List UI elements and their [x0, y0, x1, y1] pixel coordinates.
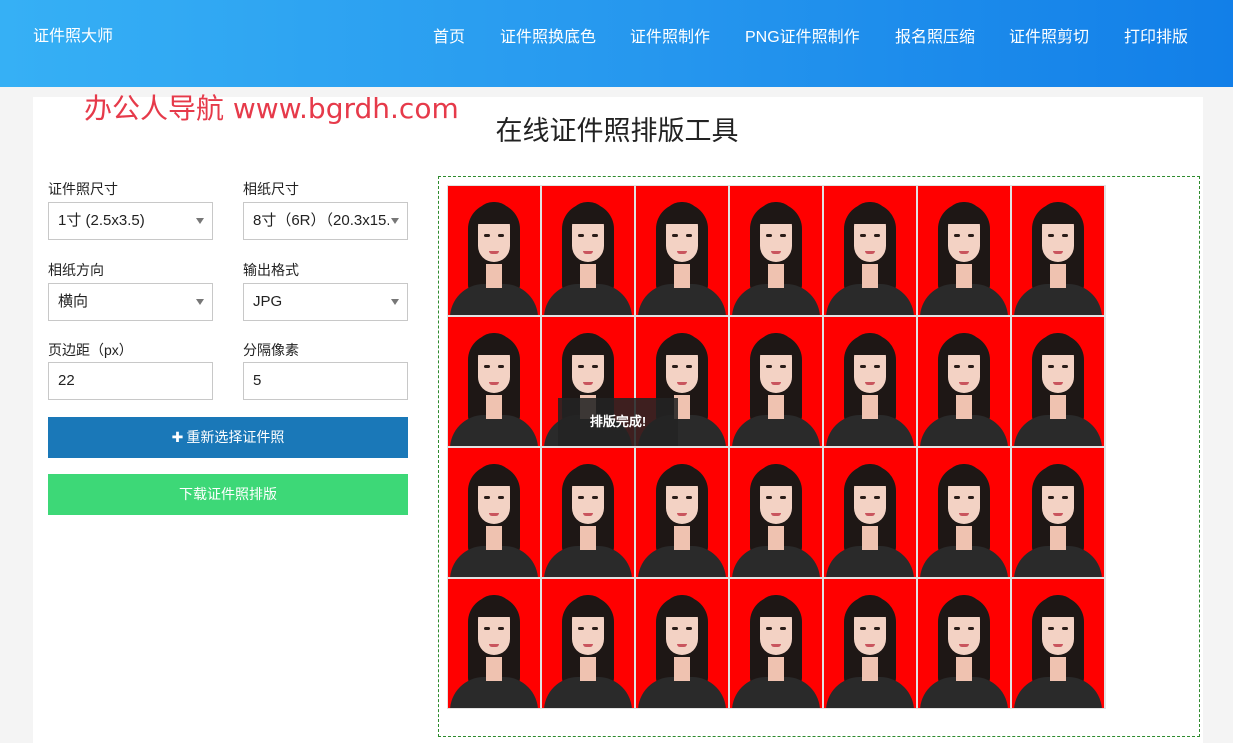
main-nav: 首页 证件照换底色 证件照制作 PNG证件照制作 报名照压缩 证件照剪切 打印排… — [0, 27, 1233, 49]
orientation-select[interactable]: 横向 — [48, 283, 213, 321]
spacing-label: 分隔像素 — [243, 342, 299, 358]
id-photo-thumbnail — [824, 579, 916, 708]
output-format-select[interactable]: JPG — [243, 283, 408, 321]
id-photo-thumbnail — [448, 317, 540, 446]
id-photo-thumbnail — [448, 579, 540, 708]
plus-icon: ✚ — [171, 429, 184, 445]
id-photo-thumbnail — [730, 579, 822, 708]
id-photo-thumbnail — [730, 448, 822, 577]
nav-item-photo-maker[interactable]: 证件照制作 — [630, 27, 710, 49]
layout-sheet — [447, 185, 1106, 709]
id-photo-thumbnail — [730, 317, 822, 446]
id-photo-thumbnail — [636, 448, 728, 577]
id-photo-thumbnail — [542, 186, 634, 315]
margin-label: 页边距（px） — [48, 342, 133, 358]
id-photo-thumbnail — [636, 186, 728, 315]
chevron-down-icon — [391, 299, 399, 305]
margin-input[interactable]: 22 — [48, 362, 213, 400]
id-photo-thumbnail — [448, 448, 540, 577]
output-format-value: JPG — [253, 293, 283, 310]
output-format-label: 输出格式 — [243, 262, 299, 278]
id-photo-thumbnail — [824, 317, 916, 446]
id-photo-thumbnail — [918, 448, 1010, 577]
id-photo-thumbnail — [1012, 579, 1104, 708]
id-photo-thumbnail — [824, 186, 916, 315]
id-photo-thumbnail — [1012, 448, 1104, 577]
paper-size-value: 8寸（6R）（20.3x15.2） — [253, 212, 389, 229]
id-photo-thumbnail — [1012, 186, 1104, 315]
id-photo-thumbnail — [542, 579, 634, 708]
photo-size-value: 1寸 (2.5x3.5) — [58, 212, 145, 229]
photo-size-select[interactable]: 1寸 (2.5x3.5) — [48, 202, 213, 240]
id-photo-thumbnail — [448, 186, 540, 315]
id-photo-thumbnail — [1012, 317, 1104, 446]
paper-size-select[interactable]: 8寸（6R）（20.3x15.2） — [243, 202, 408, 240]
paper-size-label: 相纸尺寸 — [243, 181, 299, 197]
id-photo-thumbnail — [824, 448, 916, 577]
id-photo-thumbnail — [636, 579, 728, 708]
id-photo-thumbnail — [542, 448, 634, 577]
nav-item-crop[interactable]: 证件照剪切 — [1009, 27, 1089, 49]
chevron-down-icon — [196, 299, 204, 305]
reselect-photo-label: 重新选择证件照 — [186, 429, 285, 445]
nav-item-print-layout[interactable]: 打印排版 — [1124, 27, 1188, 49]
orientation-value: 横向 — [58, 293, 89, 310]
id-photo-thumbnail — [918, 579, 1010, 708]
nav-item-compress[interactable]: 报名照压缩 — [895, 27, 975, 49]
nav-item-png-photo[interactable]: PNG证件照制作 — [745, 27, 860, 49]
download-layout-button[interactable]: 下载证件照排版 — [48, 474, 408, 515]
orientation-label: 相纸方向 — [48, 262, 104, 278]
id-photo-thumbnail — [730, 186, 822, 315]
page-title: 在线证件照排版工具 — [495, 116, 739, 146]
spacing-input[interactable]: 5 — [243, 362, 408, 400]
chevron-down-icon — [196, 218, 204, 224]
nav-item-home[interactable]: 首页 — [433, 27, 465, 49]
reselect-photo-button[interactable]: ✚ 重新选择证件照 — [48, 417, 408, 458]
id-photo-thumbnail — [918, 317, 1010, 446]
nav-item-change-background[interactable]: 证件照换底色 — [500, 27, 596, 49]
watermark-overlay: 办公人导航 www.bgrdh.com — [84, 92, 459, 125]
photo-size-label: 证件照尺寸 — [48, 181, 118, 197]
toast-message: 排版完成! — [558, 398, 678, 446]
top-navbar: 证件照大师 首页 证件照换底色 证件照制作 PNG证件照制作 报名照压缩 证件照… — [0, 0, 1233, 87]
chevron-down-icon — [391, 218, 399, 224]
id-photo-thumbnail — [918, 186, 1010, 315]
